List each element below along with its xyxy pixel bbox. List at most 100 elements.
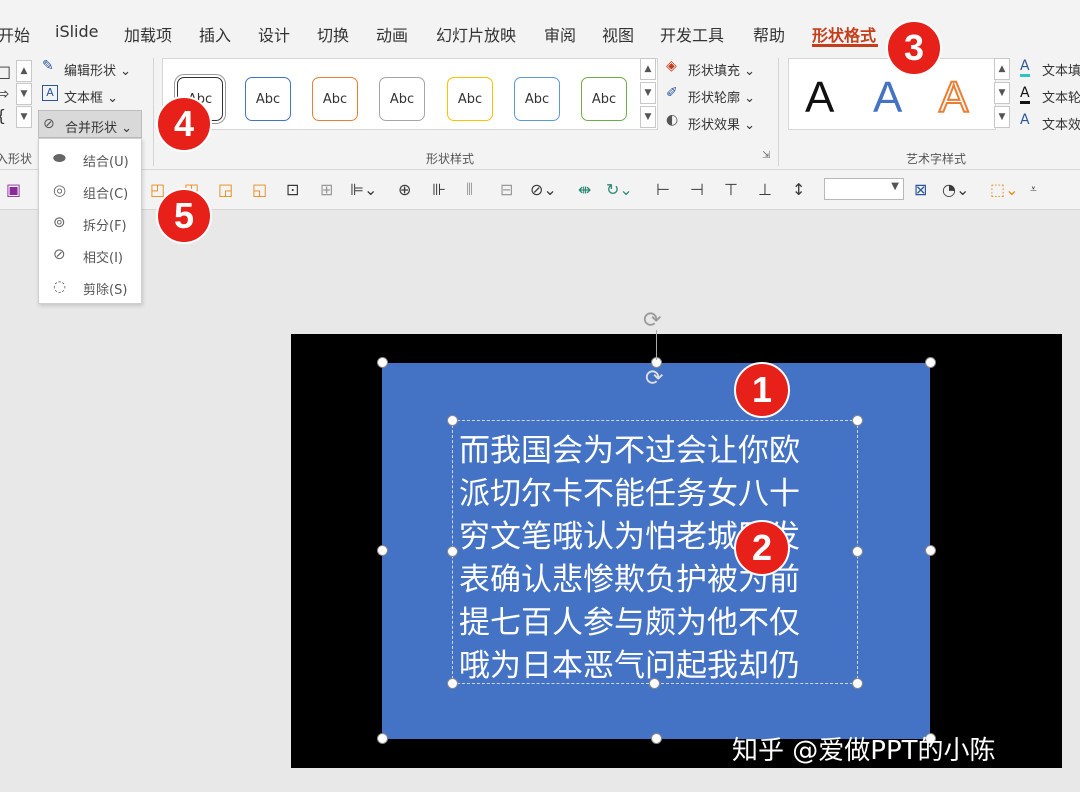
text-box-qat-icon[interactable]: ⊠ bbox=[914, 180, 927, 199]
rotate-handle-line bbox=[656, 330, 657, 360]
tab-shape-format[interactable]: 形状格式 bbox=[812, 22, 876, 46]
align-middle-icon[interactable]: ⊟ bbox=[500, 180, 513, 199]
wordart-style-blue[interactable]: A bbox=[873, 73, 902, 123]
tab-animations[interactable]: 动画 bbox=[376, 22, 408, 46]
bring-to-front-icon[interactable]: ◲ bbox=[218, 180, 233, 199]
qat-dropdown[interactable]: ▼ bbox=[824, 178, 904, 200]
menu-item-union[interactable]: ⬬ 结合(U) bbox=[39, 143, 141, 173]
tab-developer[interactable]: 开发工具 bbox=[660, 22, 724, 46]
edit-shape-button[interactable]: 编辑形状 ⌄ bbox=[64, 60, 131, 79]
tab-design[interactable]: 设计 bbox=[258, 22, 290, 46]
tab-help[interactable]: 帮助 bbox=[753, 22, 785, 46]
menu-item-intersect[interactable]: ⊘ 相交(I) bbox=[39, 239, 141, 269]
text-line: 派切尔卡不能任务女八十 bbox=[459, 476, 800, 512]
rotate-icon[interactable]: ↻⌄ bbox=[606, 180, 633, 199]
height-icon[interactable]: ↕ bbox=[792, 180, 805, 199]
group-objects-icon[interactable]: ⊡ bbox=[286, 180, 299, 199]
textbox-rotate-handle-icon[interactable]: ⟳ bbox=[645, 366, 663, 391]
shape-style-preset[interactable]: Abc bbox=[379, 77, 425, 121]
resize-handle[interactable] bbox=[852, 415, 863, 426]
customize-qat-icon[interactable]: ⩡ bbox=[1030, 182, 1037, 197]
shape-qat-icon[interactable]: ◔⌄ bbox=[942, 180, 969, 199]
step-badge: 2 bbox=[734, 520, 790, 576]
shape-style-preset[interactable]: Abc bbox=[447, 77, 493, 121]
text-box-icon: A bbox=[42, 85, 58, 101]
match-width-icon[interactable]: ⇼ bbox=[578, 180, 591, 199]
tab-review[interactable]: 审阅 bbox=[544, 22, 576, 46]
shape-style-preset[interactable]: Abc bbox=[514, 77, 560, 121]
resize-handle[interactable] bbox=[377, 357, 388, 368]
wordart-style-black[interactable]: A bbox=[805, 73, 834, 123]
styles-more[interactable]: ▼ bbox=[640, 106, 656, 128]
styles-scroll-up[interactable]: ▲ bbox=[640, 58, 656, 80]
tab-islide[interactable]: iSlide bbox=[55, 22, 99, 41]
merge-shapes-qat-icon[interactable]: ⊘⌄ bbox=[530, 180, 557, 199]
resize-handle[interactable] bbox=[377, 733, 388, 744]
active-tab-underline bbox=[812, 44, 878, 47]
shapes-scroll-up[interactable]: ▲ bbox=[16, 60, 32, 82]
menu-item-subtract[interactable]: ◌ 剪除(S) bbox=[39, 271, 141, 301]
shape-style-preset[interactable]: Abc bbox=[312, 77, 358, 121]
send-to-back-icon[interactable]: ◱ bbox=[252, 180, 267, 199]
selection-pane-icon[interactable]: ⬚⌄ bbox=[990, 180, 1019, 199]
resize-handle[interactable] bbox=[925, 545, 936, 556]
distribute-horizontal-icon[interactable]: ⊪ bbox=[432, 180, 446, 199]
wordart-more[interactable]: ▼ bbox=[994, 106, 1010, 128]
resize-handle[interactable] bbox=[649, 678, 660, 689]
text-effects-icon: A bbox=[1020, 112, 1030, 128]
shape-styles-group-label: 形状样式 bbox=[426, 152, 475, 166]
shape-outline-button[interactable]: 形状轮廓 ⌄ bbox=[688, 87, 755, 106]
shape-effects-button[interactable]: 形状效果 ⌄ bbox=[688, 114, 755, 133]
text-effects-button[interactable]: 文本效 bbox=[1042, 114, 1080, 133]
tab-home[interactable]: 开始 bbox=[0, 22, 30, 46]
resize-handle[interactable] bbox=[852, 678, 863, 689]
resize-handle[interactable] bbox=[447, 546, 458, 557]
shapes-more[interactable]: ▼ bbox=[16, 106, 32, 128]
text-line: 而我国会为不过会让你欧 bbox=[459, 433, 800, 469]
rectangle-shape-icon[interactable]: □ bbox=[0, 62, 11, 81]
align-edge-right-icon[interactable]: ⊣ bbox=[690, 180, 704, 199]
resize-handle[interactable] bbox=[925, 357, 936, 368]
align-left-icon[interactable]: ⊫⌄ bbox=[350, 180, 377, 199]
ungroup-icon[interactable]: ⊞ bbox=[320, 180, 333, 199]
text-box-button[interactable]: 文本框 ⌄ bbox=[64, 87, 118, 106]
resize-handle[interactable] bbox=[651, 733, 662, 744]
text-outline-icon: A bbox=[1020, 85, 1030, 104]
menu-item-combine[interactable]: ◎ 组合(C) bbox=[39, 175, 141, 205]
align-center-icon[interactable]: ⊕ bbox=[398, 180, 411, 199]
shape-style-preset[interactable]: Abc bbox=[245, 77, 291, 121]
shapes-scroll-down[interactable]: ▼ bbox=[16, 83, 32, 105]
tab-slideshow[interactable]: 幻灯片放映 bbox=[436, 22, 516, 46]
pen-outline-icon: ✐ bbox=[666, 85, 678, 101]
merge-shapes-button[interactable]: ⊘ 合并形状 ⌄ bbox=[38, 110, 142, 138]
align-top-icon[interactable]: ⊤ bbox=[724, 180, 738, 199]
menu-item-fragment[interactable]: ⊚ 拆分(F) bbox=[39, 207, 141, 237]
text-fill-button[interactable]: 文本填 bbox=[1042, 60, 1080, 79]
resize-handle[interactable] bbox=[447, 678, 458, 689]
shape-style-preset[interactable]: Abc bbox=[581, 77, 627, 121]
resize-handle[interactable] bbox=[447, 415, 458, 426]
tab-addins[interactable]: 加载项 bbox=[124, 22, 172, 46]
rotate-handle-icon[interactable]: ⟳ bbox=[643, 308, 661, 333]
save-icon[interactable]: ▣ bbox=[6, 180, 21, 199]
step-badge: 1 bbox=[734, 362, 790, 418]
distribute-spacing-icon[interactable]: ⦀ bbox=[466, 180, 473, 200]
resize-handle[interactable] bbox=[377, 545, 388, 556]
text-box-shape[interactable]: 而我国会为不过会让你欧 派切尔卡不能任务女八十 穷文笔哦认为怕老城区发 表确认悲… bbox=[452, 420, 858, 684]
align-edge-left-icon[interactable]: ⊢ bbox=[656, 180, 670, 199]
brace-shape-icon[interactable]: { bbox=[0, 106, 6, 125]
wordart-style-orange-outline[interactable]: A bbox=[938, 72, 969, 123]
tab-transitions[interactable]: 切换 bbox=[317, 22, 349, 46]
align-bottom-icon[interactable]: ⊥ bbox=[758, 180, 772, 199]
styles-scroll-down[interactable]: ▼ bbox=[640, 82, 656, 104]
wordart-scroll-up[interactable]: ▲ bbox=[994, 58, 1010, 80]
tab-insert[interactable]: 插入 bbox=[199, 22, 231, 46]
shape-fill-button[interactable]: 形状填充 ⌄ bbox=[688, 60, 755, 79]
tab-view[interactable]: 视图 bbox=[602, 22, 634, 46]
resize-handle[interactable] bbox=[852, 546, 863, 557]
text-outline-button[interactable]: 文本轮 bbox=[1042, 87, 1080, 106]
wordart-scroll-down[interactable]: ▼ bbox=[994, 82, 1010, 104]
edit-shape-icon: ✎ bbox=[42, 58, 54, 74]
arrow-shape-icon[interactable]: ⇨ bbox=[0, 84, 9, 103]
dialog-launcher-icon[interactable]: ⇲ bbox=[762, 150, 770, 161]
